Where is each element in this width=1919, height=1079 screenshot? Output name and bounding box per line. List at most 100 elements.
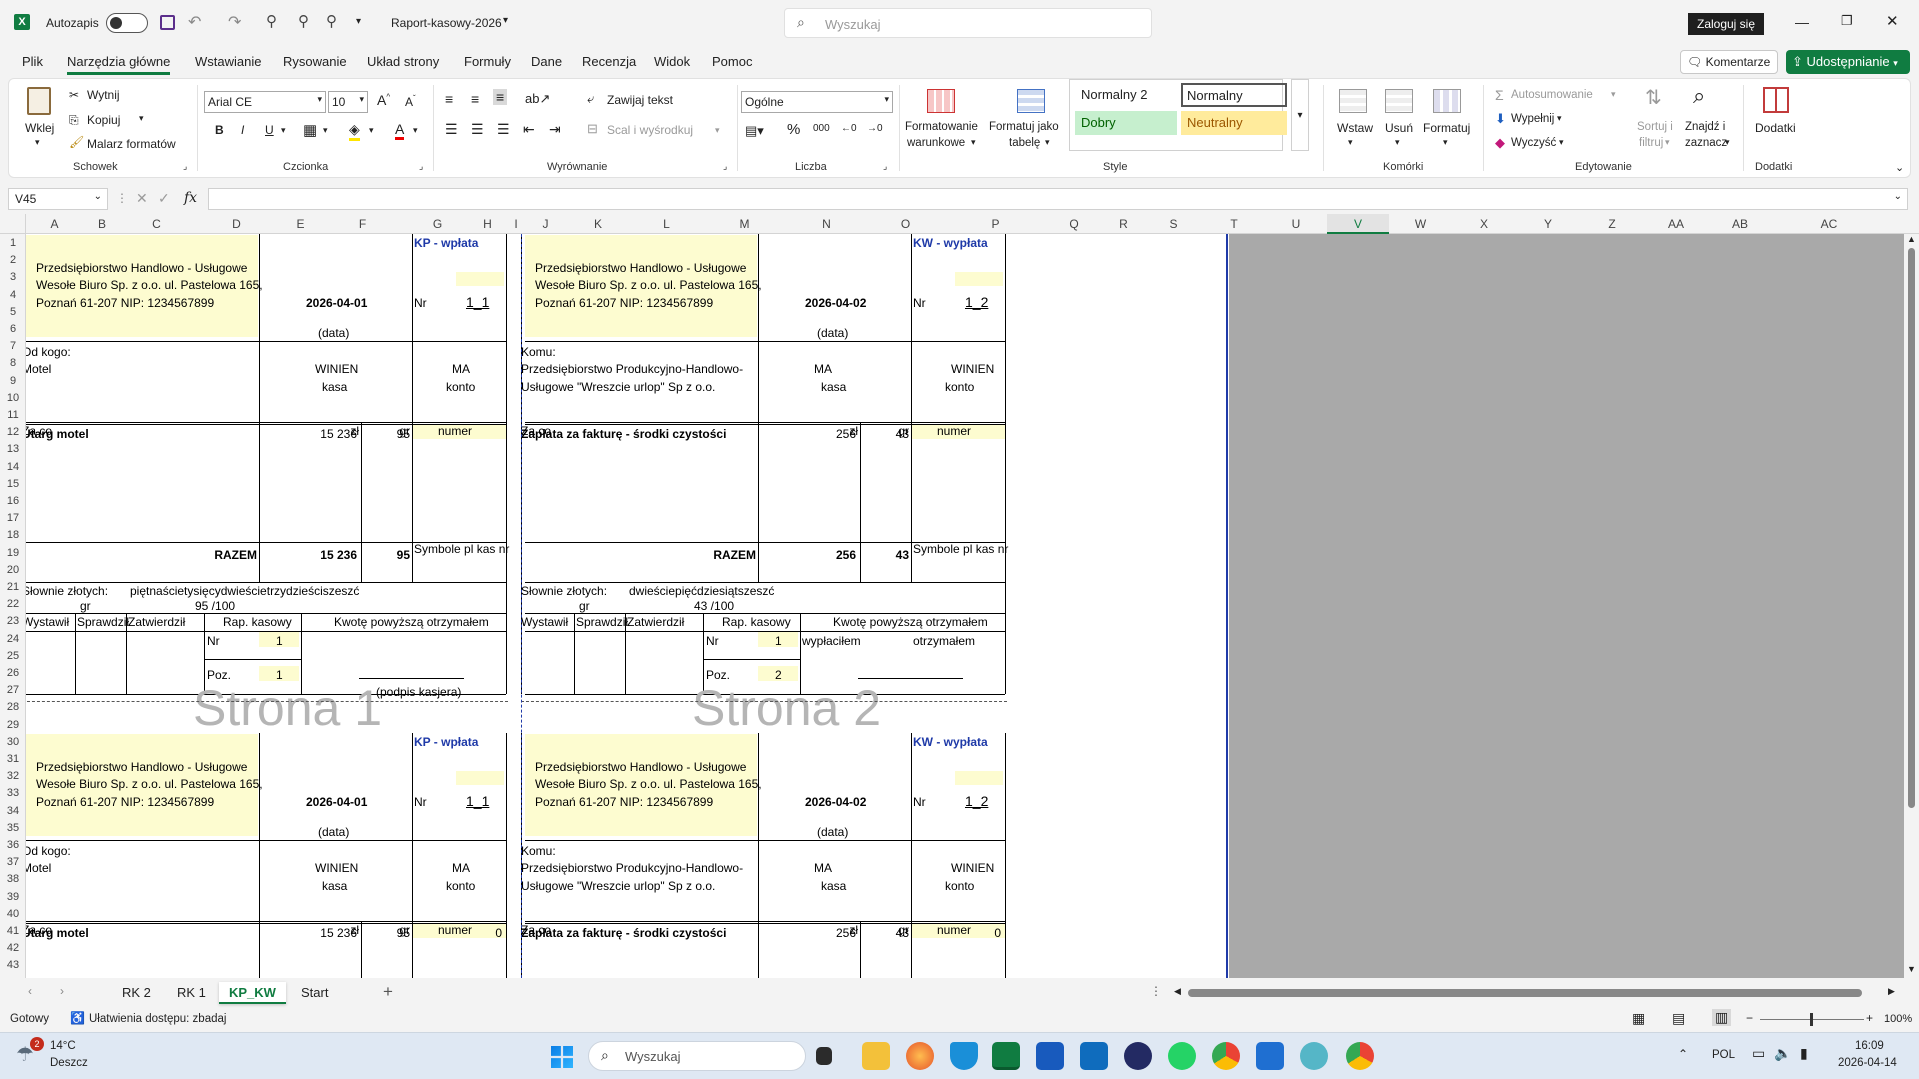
format-table-chevron-icon[interactable]: ▾ [1045,137,1050,148]
row-header[interactable]: 12 [0,426,25,438]
alignment-launcher-icon[interactable]: ⌟ [723,161,727,172]
row-header[interactable]: 4 [0,289,25,301]
fill-color-icon[interactable]: ◈ [349,121,360,141]
find-select-button[interactable]: Znajdź i [1685,121,1725,133]
row-header[interactable]: 39 [0,891,25,903]
numer-zero-copy[interactable]: 0 [495,926,502,940]
sign-right[interactable]: otrzymałem [913,634,975,648]
row-header[interactable]: 37 [0,856,25,868]
slownie-gr-label[interactable]: gr [80,599,91,613]
sheet-tab-rk2[interactable]: RK 2 [112,982,161,1004]
row-header[interactable]: 29 [0,719,25,731]
credit-line-1-copy[interactable]: WINIEN [951,861,994,875]
menu-draw[interactable]: Rysowanie [283,54,347,69]
credit-line-1[interactable]: WINIEN [951,362,994,376]
search-box[interactable]: ⌕ Wyszukaj [784,8,1152,38]
name-box[interactable]: V45 ⌄ [8,188,108,210]
font-name-select[interactable]: Arial CE ▾ [204,91,326,113]
zoom-in-icon[interactable]: + [1866,1011,1873,1025]
column-header[interactable]: I [505,214,527,234]
fill-chevron-icon[interactable]: ▾ [1557,113,1562,124]
debit-line-2[interactable]: kasa [322,380,347,394]
decrease-decimal-icon[interactable]: →0 [867,123,883,134]
font-size-select[interactable]: 10 ▾ [328,91,368,113]
zoom-slider-thumb[interactable] [1810,1013,1813,1026]
row-header[interactable]: 18 [0,529,25,541]
h-scroll-right-icon[interactable]: ▶ [1888,986,1895,997]
chrome-icon[interactable] [1212,1042,1240,1070]
symbole-label[interactable]: Symbole pl kas nr [414,542,509,556]
company-line-3-copy[interactable]: Poznań 61-207 NIP: 1234567899 [535,795,713,809]
party-label-copy[interactable]: Komu: [521,844,556,858]
menu-insert[interactable]: Wstawianie [195,54,261,69]
voucher-type-copy[interactable]: KW - wypłata [913,735,988,749]
align-bottom-icon[interactable]: ≡ [493,89,508,105]
rap-nr-value[interactable]: 1 [276,634,283,648]
column-header[interactable]: X [1452,214,1516,234]
style-normal2[interactable]: Normalny 2 [1075,83,1177,107]
excel-taskbar-icon[interactable] [992,1042,1020,1070]
column-header[interactable]: J [527,214,564,234]
party-label[interactable]: Od kogo: [26,345,71,359]
wystawil-label[interactable]: Wystawił [26,615,69,629]
accessibility-check[interactable]: Ułatwienia dostępu: zbadaj [89,1013,226,1025]
document-title[interactable]: Raport-kasowy-2026 [391,16,502,30]
addins-button[interactable]: Dodatki [1755,121,1796,135]
row-header[interactable]: 6 [0,323,25,335]
align-center-icon[interactable]: ☰ [471,121,484,138]
debit-line-1[interactable]: MA [814,362,832,376]
find-chevron-icon[interactable]: ▾ [1725,137,1730,148]
quick-access-dropdown-icon[interactable]: ▾ [356,16,361,27]
row-header[interactable]: 14 [0,461,25,473]
party-label-copy[interactable]: Od kogo: [26,844,71,858]
item-label-copy[interactable]: Utarg motel [26,926,89,940]
font-color-chevron-icon[interactable]: ▾ [413,125,418,136]
debit-line-2-copy[interactable]: kasa [322,879,347,893]
h-scroll-left-icon[interactable]: ◀ [1174,986,1181,997]
numer-label[interactable]: numer [438,424,472,438]
taskbar-search[interactable]: ⌕ Wyszukaj [588,1041,806,1071]
shield-icon[interactable] [950,1042,978,1070]
weather-temp[interactable]: 14°C [50,1040,76,1052]
slownie-gr-value[interactable]: 43 /100 [694,599,734,613]
font-color-icon[interactable]: A [395,121,405,140]
align-middle-icon[interactable]: ≡ [471,91,479,107]
column-header[interactable]: F [320,214,405,234]
column-header[interactable]: C [121,214,192,234]
title-chevron-down-icon[interactable]: ▾ [503,15,508,26]
total-zl[interactable]: 15 236 [320,548,357,562]
row-header[interactable]: 41 [0,925,25,937]
party-line-1-copy[interactable]: Przedsiębiorstwo Produkcyjno-Handlowo- [521,861,743,875]
row-header[interactable]: 22 [0,598,25,610]
comments-button[interactable]: 🗨 Komentarze [1680,50,1778,74]
credit-line-2-copy[interactable]: konto [446,879,475,893]
menu-home[interactable]: Narzędzia główne [67,54,171,75]
scroll-down-icon[interactable]: ▼ [1907,964,1916,974]
close-icon[interactable]: ✕ [1886,12,1899,30]
nr-label[interactable]: Nr [414,296,427,310]
accounting-icon[interactable]: ▤▾ [745,123,764,139]
clock-time[interactable]: 16:09 [1855,1040,1884,1052]
column-header[interactable]: Q [1045,214,1103,234]
network-icon[interactable]: ▭ [1752,1045,1765,1062]
tab-split-icon[interactable]: ⋮ [1150,984,1162,998]
sort-filter-button[interactable]: Sortuj i [1637,121,1673,133]
whatsapp-icon[interactable] [1168,1042,1196,1070]
menu-view[interactable]: Widok [654,54,690,69]
numer-label-copy[interactable]: numer [937,923,971,937]
company-line-3[interactable]: Poznań 61-207 NIP: 1234567899 [36,296,214,310]
item-gr-copy[interactable]: 43 [896,926,909,940]
row-header[interactable]: 13 [0,443,25,455]
column-header[interactable]: S [1144,214,1203,234]
row-header[interactable]: 2 [0,254,25,266]
voucher-date[interactable]: 2026-04-01 [306,296,367,310]
column-header[interactable]: AB [1708,214,1772,234]
style-neutral[interactable]: Neutralny [1181,111,1287,135]
row-header[interactable]: 17 [0,512,25,524]
row-header[interactable]: 1 [0,237,25,249]
nr-value-copy[interactable]: 1_2 [965,793,988,809]
menu-formulas[interactable]: Formuły [464,54,511,69]
party-line-2-copy[interactable]: Usługowe "Wreszcie urlop" Sp z o.o. [521,879,715,893]
zatwierdzil-label[interactable]: Zatwierdził [627,615,684,629]
podpis-label[interactable]: (podpis kasjera) [376,685,461,699]
